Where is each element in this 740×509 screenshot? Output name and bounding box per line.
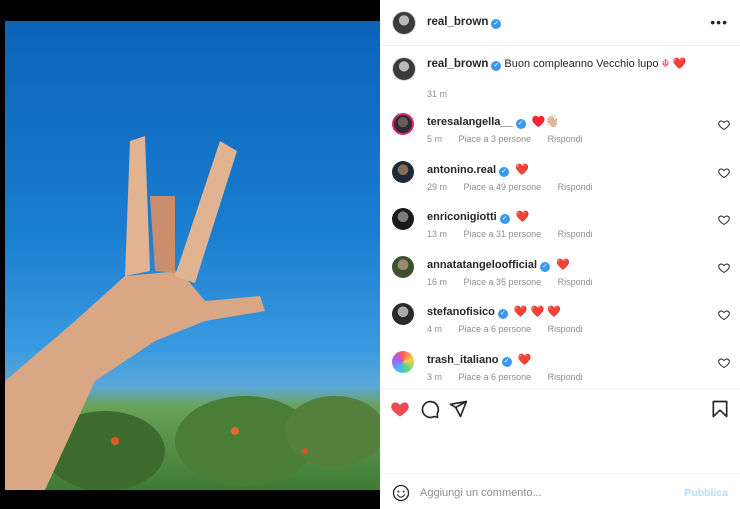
comment-meta: 13 m Piace a 31 persone Rispondi bbox=[427, 229, 607, 239]
verified-icon: ✓ bbox=[497, 309, 508, 319]
comment-time[interactable]: 29 m bbox=[427, 182, 447, 192]
comment-row: teresalangella__ ✓ ♥️👋🏼 5 m Piace a 3 per… bbox=[380, 107, 740, 154]
verified-icon: ✓ bbox=[540, 261, 551, 272]
caption-body: Buon compleanno Vecchio lupo bbox=[504, 58, 659, 70]
post-header: real_brown ✓ ••• bbox=[380, 0, 740, 46]
post-sidebar: real_brown ✓ ••• real_brown ✓ Buon complea… bbox=[380, 0, 740, 509]
comment-row: stefanofisico ✓ ❤️ ❤️ ❤️ 4 m Piace a 6 pe… bbox=[380, 297, 740, 344]
emoji-icon[interactable] bbox=[392, 484, 410, 502]
comment-likes[interactable]: Piace a 31 persone bbox=[464, 229, 542, 239]
comment-like-heart-icon[interactable] bbox=[718, 357, 730, 369]
reply-button[interactable]: Rispondi bbox=[548, 134, 583, 144]
comment-text: ♥️👋🏼 bbox=[531, 116, 560, 128]
author-avatar[interactable] bbox=[392, 11, 416, 35]
commenter-username[interactable]: annatatangeloofficial bbox=[427, 259, 537, 271]
verified-icon: ✓ bbox=[515, 119, 526, 129]
comment-likes[interactable]: Piace a 6 persone bbox=[459, 372, 532, 382]
comment-meta: 16 m Piace a 35 persone Rispondi bbox=[427, 277, 607, 287]
comment-time[interactable]: 4 m bbox=[427, 324, 442, 334]
commenter-username[interactable]: enriconigiotti bbox=[427, 211, 497, 223]
comment-meta: 29 m Piace a 49 persone Rispondi bbox=[427, 182, 607, 192]
bookmark-icon[interactable] bbox=[710, 399, 730, 419]
comment-like-heart-icon[interactable] bbox=[718, 214, 730, 226]
verified-icon: ✓ bbox=[491, 19, 502, 29]
post-caption: real_brown ✓ Buon compleanno Vecchio lupo… bbox=[380, 47, 740, 107]
comment-time[interactable]: 3 m bbox=[427, 372, 442, 382]
reply-button[interactable]: Rispondi bbox=[558, 277, 593, 287]
verified-icon: ✓ bbox=[491, 61, 502, 71]
hand-photo-illustration bbox=[5, 136, 380, 490]
comment-time[interactable]: 16 m bbox=[427, 277, 447, 287]
post-actions bbox=[380, 388, 740, 428]
commenter-username[interactable]: trash_italiano bbox=[427, 354, 499, 366]
commenter-avatar[interactable] bbox=[392, 255, 414, 278]
caption-emoji: ☬️ ❤️ bbox=[661, 58, 687, 70]
commenter-avatar[interactable] bbox=[392, 208, 414, 230]
comment-row: antonino.real ✓ ❤️ 29 m Piace a 49 person… bbox=[380, 155, 740, 202]
comment-row: trash_italiano ✓ ❤️ 3 m Piace a 6 persone… bbox=[380, 345, 740, 389]
comment-line: antonino.real ✓ ❤️ bbox=[427, 163, 529, 177]
comment-likes[interactable]: Piace a 6 persone bbox=[459, 324, 532, 334]
commenter-avatar[interactable] bbox=[392, 350, 414, 373]
reply-button[interactable]: Rispondi bbox=[548, 372, 583, 382]
commenter-username[interactable]: stefanofisico bbox=[427, 306, 495, 318]
comment-row: annatatangeloofficial ✓ ❤️ 16 m Piace a 3… bbox=[380, 250, 740, 297]
comment-like-heart-icon[interactable] bbox=[718, 262, 730, 274]
comment-likes[interactable]: Piace a 49 persone bbox=[464, 182, 542, 192]
commenter-username[interactable]: teresalangella__ bbox=[427, 116, 513, 128]
caption-text: real_brown ✓ Buon compleanno Vecchio lupo… bbox=[427, 58, 727, 71]
comment-text: ❤️ bbox=[517, 353, 532, 366]
comment-like-heart-icon[interactable] bbox=[718, 119, 730, 131]
commenter-avatar[interactable] bbox=[392, 113, 414, 135]
comment-meta: 4 m Piace a 6 persone Rispondi bbox=[427, 324, 597, 334]
caption-author-avatar[interactable] bbox=[392, 57, 416, 81]
verified-icon: ✓ bbox=[499, 214, 510, 224]
comment-time[interactable]: 13 m bbox=[427, 229, 447, 239]
author-username[interactable]: real_brown ✓ bbox=[427, 16, 502, 29]
reply-button[interactable]: Rispondi bbox=[558, 229, 593, 239]
reply-button[interactable]: Rispondi bbox=[548, 324, 583, 334]
commenter-username[interactable]: antonino.real bbox=[427, 164, 496, 176]
add-comment-bar: Pubblica bbox=[380, 473, 740, 509]
comment-text: ❤️ bbox=[556, 258, 570, 271]
caption-time[interactable]: 31 m bbox=[427, 89, 447, 99]
comment-likes[interactable]: Piace a 35 persone bbox=[464, 277, 542, 287]
comment-row: enriconigiotti ✓ ❤️ 13 m Piace a 31 perso… bbox=[380, 202, 740, 249]
comments-list[interactable]: real_brown ✓ Buon compleanno Vecchio lupo… bbox=[380, 47, 740, 388]
post-photo bbox=[5, 21, 380, 490]
comment-meta: 3 m Piace a 6 persone Rispondi bbox=[427, 372, 597, 382]
comment-like-heart-icon[interactable] bbox=[718, 167, 730, 179]
publish-button[interactable]: Pubblica bbox=[684, 487, 728, 499]
comment-like-heart-icon[interactable] bbox=[718, 309, 730, 321]
comment-line: annatatangeloofficial ✓ ❤️ bbox=[427, 258, 570, 272]
comment-line: teresalangella__ ✓ ♥️👋🏼 bbox=[427, 115, 559, 129]
commenter-avatar[interactable] bbox=[392, 303, 414, 325]
comment-likes[interactable]: Piace a 3 persone bbox=[459, 134, 532, 144]
caption-author-username[interactable]: real_brown bbox=[427, 58, 488, 70]
comment-line: stefanofisico ✓ ❤️ ❤️ ❤️ bbox=[427, 305, 561, 319]
post-media bbox=[0, 0, 380, 509]
comment-text: ❤️ bbox=[515, 211, 530, 223]
comment-meta: 5 m Piace a 3 persone Rispondi bbox=[427, 134, 597, 144]
share-icon[interactable] bbox=[448, 399, 468, 419]
comment-line: enriconigiotti ✓ ❤️ bbox=[427, 210, 529, 224]
verified-icon: ✓ bbox=[499, 166, 510, 177]
comment-input[interactable] bbox=[420, 484, 680, 502]
comment-text: ❤️ bbox=[515, 163, 529, 176]
comment-text: ❤️ ❤️ ❤️ bbox=[513, 306, 562, 318]
comment-icon[interactable] bbox=[420, 399, 440, 419]
heart-icon[interactable] bbox=[390, 399, 410, 419]
commenter-avatar[interactable] bbox=[392, 160, 414, 183]
reply-button[interactable]: Rispondi bbox=[558, 182, 593, 192]
more-options-icon[interactable]: ••• bbox=[710, 14, 728, 30]
comment-time[interactable]: 5 m bbox=[427, 134, 442, 144]
verified-icon: ✓ bbox=[501, 356, 512, 367]
comment-line: trash_italiano ✓ ❤️ bbox=[427, 353, 531, 367]
